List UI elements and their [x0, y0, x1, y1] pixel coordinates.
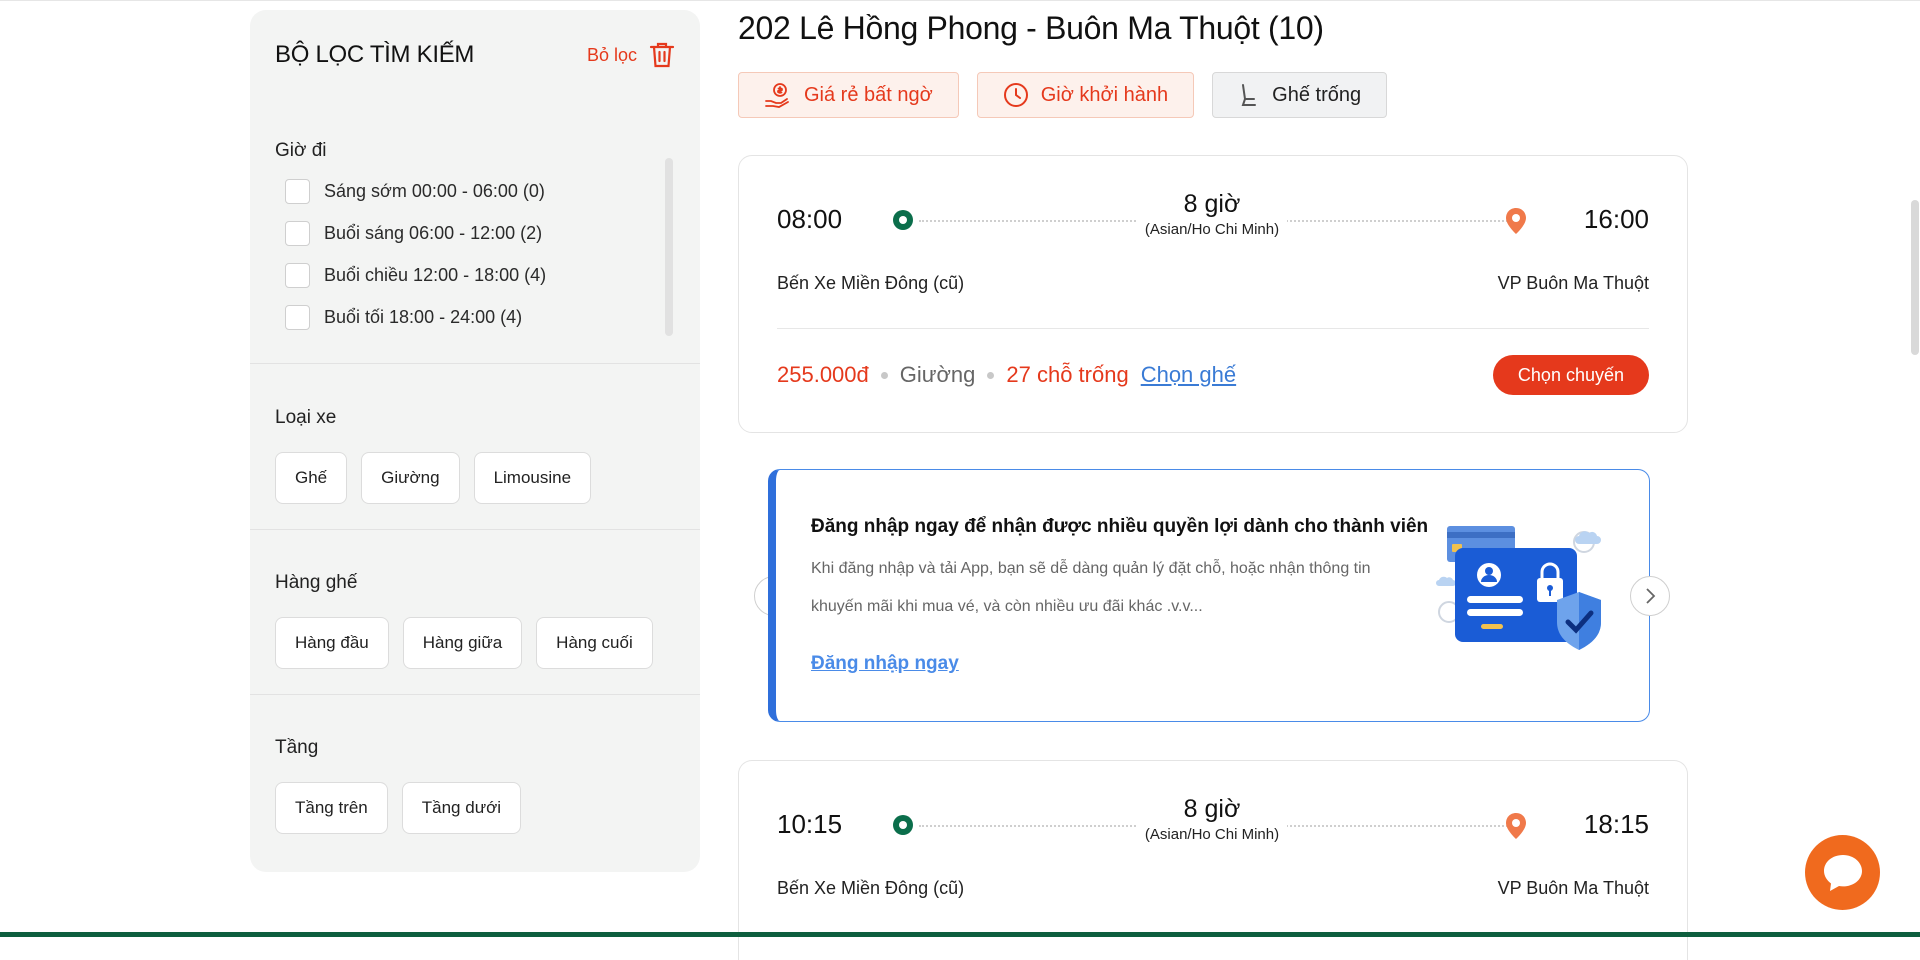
trip-card: 10:15 8 giờ (Asian/Ho Chi Minh) 18:15 Bế… [738, 760, 1688, 960]
filter-header: BỘ LỌC TÌM KIẾM Bỏ lọc [275, 40, 675, 70]
timezone-label: (Asian/Ho Chi Minh) [1144, 221, 1280, 238]
sort-empty-seats-label: Ghế trống [1272, 83, 1362, 106]
sort-cheapest-button[interactable]: Giá rẻ bất ngờ [738, 72, 959, 118]
checkbox[interactable] [285, 262, 310, 288]
trip-duration: 8 giờ (Asian/Ho Chi Minh) [1137, 795, 1287, 843]
secure-account-illustration [1436, 526, 1601, 650]
time-option-label: Sáng sớm 00:00 - 06:00 (0) [324, 180, 545, 201]
clear-filter-label: Bỏ lọc [586, 44, 637, 65]
destination-station: VP Buôn Ma Thuột [1497, 273, 1649, 293]
timezone-label: (Asian/Ho Chi Minh) [1144, 826, 1280, 843]
top-border [0, 0, 1920, 1]
time-option-label: Buổi tối 18:00 - 24:00 (4) [324, 306, 523, 327]
route-title: 202 Lê Hồng Phong - Buôn Ma Thuột (10) [738, 10, 1324, 46]
duration-hours: 8 giờ [1183, 795, 1241, 823]
ticket-price: 255.000đ [777, 362, 869, 387]
banner-title: Đăng nhập ngay để nhận được nhiều quyền … [811, 516, 1429, 537]
origin-dot-icon [893, 210, 913, 230]
time-option-afternoon[interactable]: Buổi chiều 12:00 - 18:00 (4) [285, 254, 665, 296]
vehicle-type-label: Loại xe [275, 407, 337, 428]
time-option-label: Buổi chiều 12:00 - 18:00 (4) [324, 264, 547, 285]
time-option-early-morning[interactable]: Sáng sớm 00:00 - 06:00 (0) [285, 170, 665, 212]
trip-card: 08:00 8 giờ (Asian/Ho Chi Minh) 16:00 Bế… [738, 155, 1688, 433]
divider [777, 328, 1649, 329]
choose-seat-link[interactable]: Chọn ghế [1141, 362, 1236, 388]
destination-station: VP Buôn Ma Thuột [1497, 878, 1649, 898]
banner-description: Khi đăng nhập và tải App, bạn sẽ dễ dàng… [811, 560, 1371, 615]
chip-seat[interactable]: Ghế [275, 452, 348, 504]
sort-departure-button[interactable]: Giờ khởi hành [976, 72, 1195, 118]
vehicle-type-options: Ghế Giường Limousine [275, 452, 592, 504]
clock-icon [1003, 83, 1028, 107]
sort-options: Giá rẻ bất ngờ Giờ khởi hành Ghế trống [738, 72, 1388, 118]
chip-back-row[interactable]: Hàng cuối [536, 617, 653, 669]
destination-pin-icon [1506, 813, 1526, 839]
clear-filter-button[interactable]: Bỏ lọc [587, 41, 675, 69]
bottom-bar [0, 932, 1920, 937]
checkbox[interactable] [285, 220, 310, 246]
duration-hours: 8 giờ [1183, 190, 1241, 218]
trip-info: 255.000đ Giường 27 chỗ trống Chọn ghế [777, 362, 1236, 388]
destination-pin-icon [1506, 208, 1526, 234]
page-scrollbar[interactable] [1911, 200, 1919, 355]
divider [250, 529, 700, 530]
arrival-time: 18:15 [1583, 809, 1649, 839]
departure-time: 08:00 [777, 204, 843, 234]
choose-trip-button[interactable]: Chọn chuyến [1492, 355, 1649, 395]
available-seats: 27 chỗ trống [1006, 362, 1129, 387]
chip-lower-floor[interactable]: Tầng dưới [401, 782, 521, 834]
separator-dot [880, 371, 888, 379]
origin-station: Bến Xe Miền Đông (cũ) [777, 878, 965, 898]
chat-bubble-icon [1823, 854, 1862, 891]
time-list-scrollbar[interactable] [665, 158, 673, 336]
sort-empty-seats-button[interactable]: Ghế trống [1212, 72, 1388, 118]
chip-limousine[interactable]: Limousine [473, 452, 592, 504]
time-option-label: Buổi sáng 06:00 - 12:00 (2) [324, 222, 543, 243]
chip-upper-floor[interactable]: Tầng trên [275, 782, 388, 834]
login-now-link[interactable]: Đăng nhập ngay [811, 653, 959, 675]
chip-bed[interactable]: Giường [361, 452, 460, 504]
departure-time-label: Giờ đi [275, 140, 327, 161]
chip-middle-row[interactable]: Hàng giữa [402, 617, 523, 669]
origin-dot-icon [893, 815, 913, 835]
banner-next-button[interactable] [1630, 576, 1670, 616]
filter-sidebar: BỘ LỌC TÌM KIẾM Bỏ lọc Giờ đi Sáng sớm 0… [250, 10, 700, 872]
trash-icon [649, 42, 675, 68]
departure-time-options: Sáng sớm 00:00 - 06:00 (0) Buổi sáng 06:… [285, 170, 665, 338]
trip-duration: 8 giờ (Asian/Ho Chi Minh) [1137, 190, 1287, 238]
floor-options: Tầng trên Tầng dưới [275, 782, 521, 834]
separator-dot [987, 371, 995, 379]
checkbox[interactable] [285, 304, 310, 330]
divider [250, 363, 700, 364]
seat-row-options: Hàng đầu Hàng giữa Hàng cuối [275, 617, 653, 669]
sort-cheapest-label: Giá rẻ bất ngờ [804, 83, 933, 106]
sort-departure-label: Giờ khởi hành [1040, 83, 1169, 106]
origin-station: Bến Xe Miền Đông (cũ) [777, 273, 965, 293]
seat-icon [1241, 84, 1257, 106]
chip-front-row[interactable]: Hàng đầu [275, 617, 389, 669]
chat-button[interactable] [1805, 835, 1880, 910]
seat-row-label: Hàng ghế [275, 572, 358, 593]
filter-title: BỘ LỌC TÌM KIẾM [275, 41, 475, 68]
time-option-morning[interactable]: Buổi sáng 06:00 - 12:00 (2) [285, 212, 665, 254]
time-option-evening[interactable]: Buổi tối 18:00 - 24:00 (4) [285, 296, 665, 338]
vehicle-type: Giường [899, 362, 976, 387]
arrival-time: 16:00 [1583, 204, 1649, 234]
chevron-right-icon [1646, 588, 1656, 604]
login-promo-banner: Đăng nhập ngay để nhận được nhiều quyền … [768, 469, 1650, 722]
departure-time: 10:15 [777, 809, 843, 839]
money-hand-icon [765, 83, 789, 108]
floor-label: Tầng [275, 737, 319, 758]
checkbox[interactable] [285, 178, 310, 204]
divider [250, 694, 700, 695]
